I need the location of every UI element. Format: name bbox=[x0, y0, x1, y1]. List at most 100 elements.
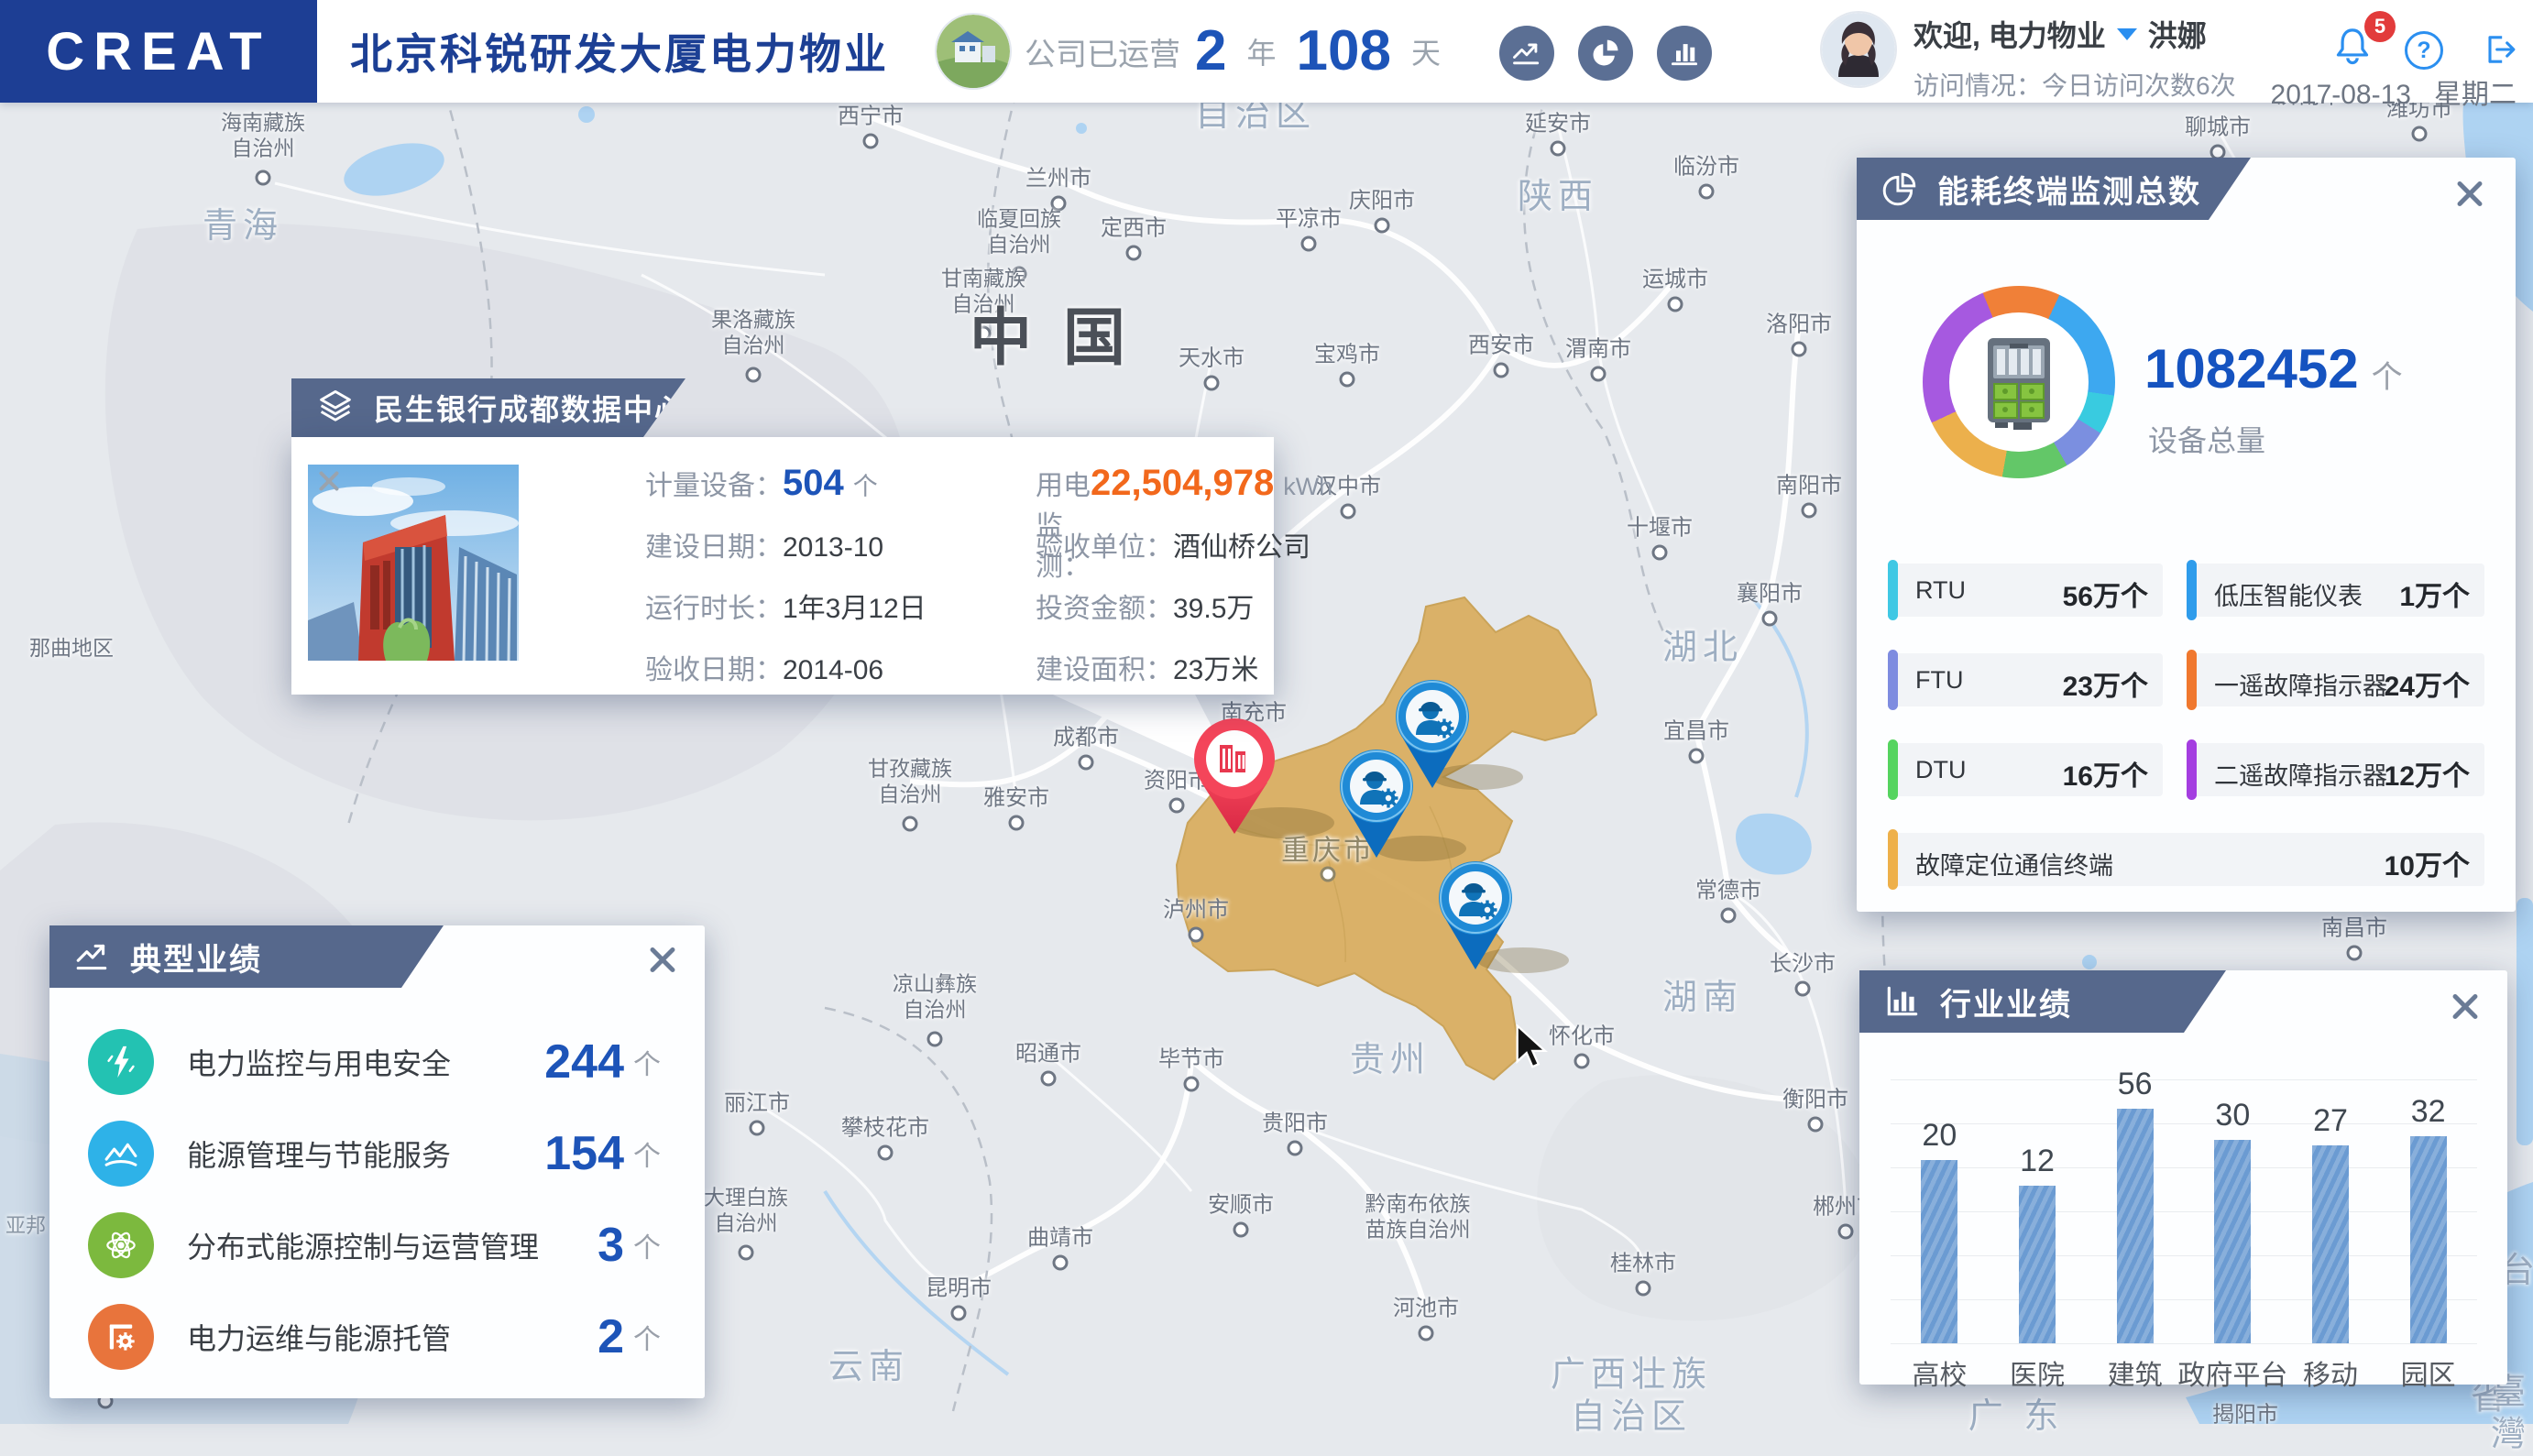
map-city-dot bbox=[1340, 503, 1356, 520]
map-city-dot bbox=[1698, 183, 1715, 200]
weekday-value: 星期二 bbox=[2434, 80, 2517, 110]
field-unit: 个 bbox=[852, 473, 878, 500]
meter-device-icon bbox=[1988, 338, 2050, 430]
map-city-dot bbox=[1651, 544, 1668, 561]
legend-value: 10万个 bbox=[2384, 851, 2470, 881]
energy-panel-header: 能耗终端监测总数 bbox=[1857, 158, 2251, 220]
map-city-dot bbox=[2411, 126, 2428, 142]
field-label: 建设日期： bbox=[645, 532, 783, 563]
chart-bar[interactable] bbox=[1921, 1160, 1958, 1343]
map-city-dot bbox=[1008, 815, 1025, 831]
legend-value: 56万个 bbox=[2062, 582, 2148, 612]
performance-item[interactable]: 电力监控与用电安全 244 个 bbox=[88, 1023, 661, 1101]
performance-panel-title: 典型业绩 bbox=[130, 942, 262, 978]
map-city-dot bbox=[1052, 1254, 1069, 1271]
line-chart-tool-button[interactable] bbox=[1499, 26, 1554, 81]
map-city-dot bbox=[1320, 866, 1336, 882]
performance-item[interactable]: 能源管理与节能服务 154 个 bbox=[88, 1114, 661, 1193]
energy-panel-close-button[interactable] bbox=[2451, 176, 2488, 213]
map-city-dot bbox=[1078, 754, 1094, 771]
legend-value: 1万个 bbox=[2399, 582, 2470, 612]
chart-bar-value: 30 bbox=[2215, 1098, 2251, 1133]
chart-bar[interactable] bbox=[2116, 1109, 2154, 1343]
worker-pin-blue[interactable] bbox=[1334, 748, 1419, 859]
header-toolbar bbox=[1499, 26, 1712, 81]
performance-item-value: 154 bbox=[544, 1127, 624, 1180]
bar-chart-icon bbox=[1668, 37, 1701, 70]
welcome-text: 欢迎, 电力物业 bbox=[1913, 19, 2106, 52]
popup-close-button[interactable] bbox=[315, 468, 343, 496]
popup-field-row: 用电监测： 22,504,978 kWh bbox=[1036, 463, 1332, 582]
performance-item-unit: 个 bbox=[633, 1142, 661, 1172]
performance-panel-close-button[interactable] bbox=[644, 942, 681, 979]
map-city-dot bbox=[1183, 1076, 1200, 1092]
chart-gridline bbox=[1891, 1079, 2477, 1080]
map-city-dot bbox=[749, 1120, 765, 1136]
performance-item-value: 2 bbox=[598, 1310, 624, 1363]
map-city-dot bbox=[738, 1244, 754, 1261]
map-city-dot bbox=[877, 1144, 894, 1161]
map-city-dot bbox=[1791, 341, 1807, 357]
field-label: 运行时长： bbox=[645, 594, 783, 624]
chart-bar[interactable] bbox=[2019, 1186, 2056, 1343]
popup-field-row: 计量设备： 504 个 bbox=[645, 463, 927, 503]
chart-bar-value: 20 bbox=[1922, 1118, 1957, 1153]
chart-bar[interactable] bbox=[2409, 1136, 2447, 1343]
donut-center bbox=[1949, 312, 2089, 452]
map-city-dot bbox=[1040, 1070, 1057, 1087]
popup-field-row: 验收日期： 2014-06 bbox=[645, 647, 927, 685]
map-city-dot bbox=[1233, 1221, 1249, 1238]
legend-color-bar bbox=[1888, 829, 1898, 890]
chart-bar[interactable] bbox=[2312, 1145, 2349, 1343]
performance-item[interactable]: 分布式能源控制与运营管理 3 个 bbox=[88, 1206, 661, 1285]
pie-chart-tool-button[interactable] bbox=[1578, 26, 1633, 81]
site-pin-red[interactable] bbox=[1189, 717, 1280, 836]
popup-fields-column-1: 计量设备： 504 个建设日期： 2013-10 运行时长： 1年3月12日 验收日期： 20… bbox=[645, 463, 927, 685]
performance-panel-header: 典型业绩 bbox=[49, 925, 444, 988]
popup-field-row: 运行时长： 1年3月12日 bbox=[645, 586, 927, 624]
brand-logo[interactable]: CREAT bbox=[0, 0, 317, 103]
map-city-dot bbox=[1300, 235, 1317, 252]
energy-terminal-panel: 能耗终端监测总数 1082452 个 设备总量 RTU 56万个 低压智能仪表 … bbox=[1857, 158, 2516, 912]
device-total: 1082452 个 bbox=[2144, 337, 2403, 400]
bar-chart-header-icon bbox=[1883, 982, 1922, 1021]
user-name[interactable]: 洪娜 bbox=[2148, 13, 2207, 55]
chart-gridline bbox=[1891, 1167, 2477, 1168]
popup-field-row: 验收单位： 酒仙桥公司 bbox=[1036, 524, 1332, 563]
map-city-dot bbox=[1339, 371, 1355, 388]
energy-panel-title: 能耗终端监测总数 bbox=[1937, 174, 2201, 210]
operating-years: 2 bbox=[1195, 19, 1227, 82]
wave-icon bbox=[88, 1121, 154, 1187]
industry-panel-close-button[interactable] bbox=[2447, 989, 2484, 1025]
legend-value: 23万个 bbox=[2062, 672, 2148, 702]
operating-days-unit: 天 bbox=[1410, 37, 1441, 70]
logout-button[interactable] bbox=[2480, 29, 2520, 70]
help-button[interactable]: ? bbox=[2405, 31, 2443, 70]
map-city-dot bbox=[255, 170, 271, 186]
performance-item[interactable]: 电力运维与能源托管 2 个 bbox=[88, 1297, 661, 1376]
map-city-dot bbox=[1418, 1325, 1434, 1341]
map-city-dot bbox=[1761, 610, 1778, 627]
popup-title: 民生银行成都数据中心 bbox=[374, 393, 686, 426]
company-building-image bbox=[937, 15, 1010, 88]
worker-pin-blue[interactable] bbox=[1433, 859, 1518, 971]
bar-chart-tool-button[interactable] bbox=[1657, 26, 1712, 81]
user-avatar[interactable] bbox=[1822, 13, 1895, 86]
legend-value: 12万个 bbox=[2384, 761, 2470, 792]
chart-bar-value: 56 bbox=[2117, 1067, 2153, 1101]
performance-item-label: 电力监控与用电安全 bbox=[187, 1047, 452, 1080]
field-label: 验收单位： bbox=[1036, 532, 1173, 563]
chart-gridline bbox=[1891, 1343, 2477, 1344]
chevron-down-icon[interactable] bbox=[2116, 27, 2137, 40]
legend-color-bar bbox=[2187, 560, 2197, 620]
map-city-dot bbox=[1688, 748, 1705, 764]
ops-icon bbox=[88, 1304, 154, 1370]
popup-body: 计量设备： 504 个建设日期： 2013-10 运行时长： 1年3月12日 验收日期： 20… bbox=[291, 437, 1332, 695]
performance-item-unit: 个 bbox=[633, 1325, 661, 1355]
field-value: 39.5万 bbox=[1173, 594, 1255, 624]
line-chart-icon bbox=[1510, 37, 1543, 70]
notifications-button[interactable]: 5 bbox=[2331, 11, 2396, 66]
legend-row: 一遥故障指示器 24万个 bbox=[2187, 650, 2484, 710]
app-header: CREAT 北京科锐研发大厦电力物业 公司已运营 2 年 108 天 欢迎, 电… bbox=[0, 0, 2533, 110]
chart-bar[interactable] bbox=[2214, 1140, 2252, 1343]
